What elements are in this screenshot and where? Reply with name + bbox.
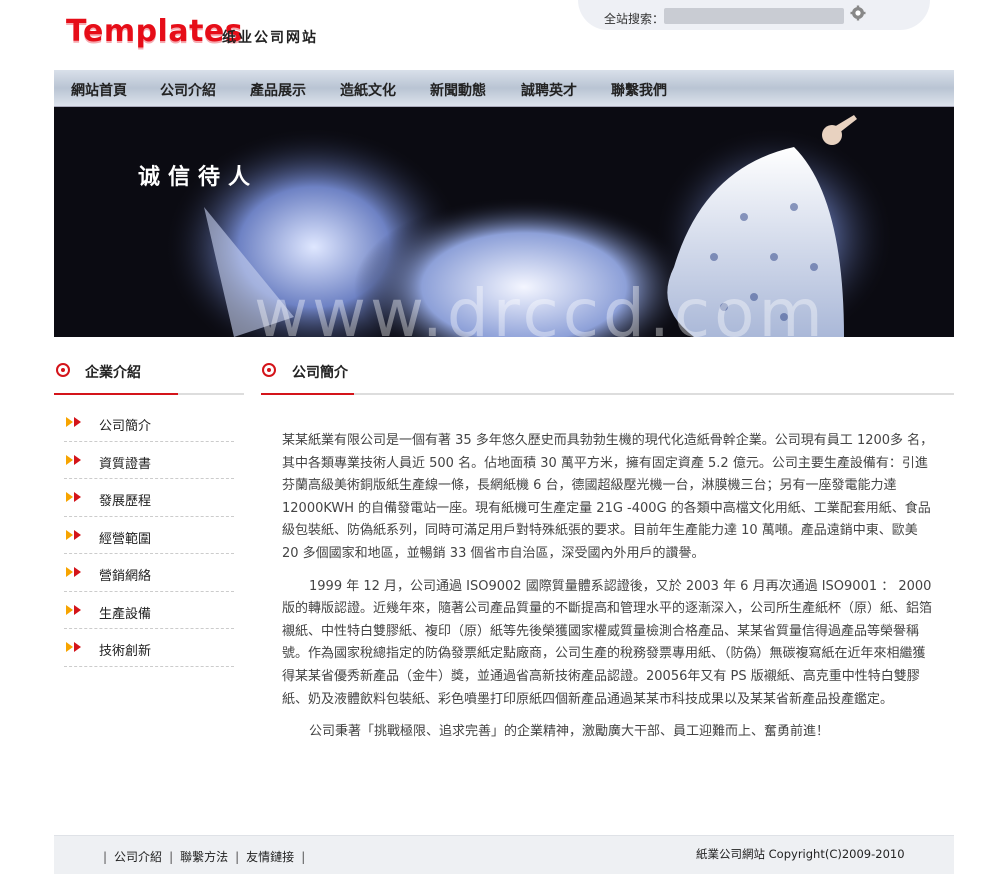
nav-item-products[interactable]: 產品展示 xyxy=(250,80,306,100)
bullet-circle-icon xyxy=(262,363,276,377)
content-paragraph: 1999 年 12 月，公司通過 ISO9002 國際質量體系認證後，又於 20… xyxy=(282,578,933,707)
footer-separator: | xyxy=(169,850,174,864)
search-input[interactable] xyxy=(664,8,844,24)
footer-link-about[interactable]: 公司介紹 xyxy=(114,850,162,864)
content-paragraph: 某某紙業有限公司是一個有著 35 多年悠久歷史而具勃勃生機的現代化造紙骨幹企業。… xyxy=(282,433,934,561)
sidebar-item-label: 公司簡介 xyxy=(99,419,152,434)
content-paragraph: 公司秉著「挑戰極限、追求完善」的企業精神，激勵廣大干部、員工迎難而上、奮勇前進！ xyxy=(309,724,830,740)
footer: | 公司介紹 | 聯繫方法 | 友情鏈接 | 紙業公司網站 Copyright(C)2009… xyxy=(54,835,954,874)
sidebar-item-label: 經營範圍 xyxy=(99,531,152,547)
sidebar-item-label: 資質證書 xyxy=(99,456,152,472)
sidebar-item-network[interactable]: 營銷網絡 xyxy=(64,554,234,592)
sidebar-title: 企業介紹 xyxy=(85,365,141,381)
sidebar-item-profile[interactable]: 公司簡介 xyxy=(64,404,234,442)
double-arrow-icon xyxy=(66,642,81,652)
sidebar-item-label: 技術創新 xyxy=(99,644,152,659)
sidebar-item-history[interactable]: 發展歷程 xyxy=(64,479,234,517)
search-label: 全站搜索： xyxy=(604,12,665,26)
double-arrow-icon xyxy=(66,529,81,540)
gear-icon[interactable] xyxy=(850,5,866,21)
footer-separator: | xyxy=(301,850,306,864)
sidebar-header: 企業介紹 xyxy=(54,355,244,395)
content-header-underline xyxy=(261,393,354,395)
copyright-text: 紙業公司網站 Copyright(C)2009-2010 xyxy=(696,847,905,861)
hero-banner: 诚信待人 www.drccd.com xyxy=(54,107,954,337)
site-subtitle: 纸业公司网站 xyxy=(222,30,318,46)
sidebar-item-label: 營銷網絡 xyxy=(99,569,152,584)
double-arrow-icon xyxy=(66,604,81,615)
nav-item-news[interactable]: 新聞動態 xyxy=(430,80,486,100)
nav-item-contact[interactable]: 聯繫我們 xyxy=(611,80,667,100)
double-arrow-icon xyxy=(66,567,81,577)
bullet-circle-icon xyxy=(56,363,70,377)
main-nav: 網站首頁 公司介紹 產品展示 造紙文化 新聞動態 誠聘英才 聯繫我們 xyxy=(54,70,954,107)
footer-link-contact[interactable]: 聯繫方法 xyxy=(180,850,228,864)
sidebar-item-equipment[interactable]: 生產設備 xyxy=(64,592,234,629)
content-header: 公司簡介 xyxy=(261,355,954,395)
site-logo[interactable]: Templates xyxy=(66,14,243,49)
double-arrow-icon xyxy=(66,454,81,465)
sidebar-menu: 公司簡介 資質證書 發展歷程 經營範圍 營銷網絡 生產設備 技術創新 xyxy=(64,404,234,667)
footer-link-friends[interactable]: 友情鏈接 xyxy=(246,850,294,864)
banner-watermark: www.drccd.com xyxy=(254,275,827,337)
footer-links: | 公司介紹 | 聯繫方法 | 友情鏈接 | xyxy=(96,848,312,865)
nav-item-careers[interactable]: 誠聘英才 xyxy=(521,80,577,100)
sidebar-item-label: 生產設備 xyxy=(99,606,152,622)
banner-slogan: 诚信待人 xyxy=(138,164,259,190)
sidebar-item-innovation[interactable]: 技術創新 xyxy=(64,629,234,667)
sidebar-item-scope[interactable]: 經營範圍 xyxy=(64,517,234,554)
double-arrow-icon xyxy=(66,492,81,502)
sidebar-item-certificates[interactable]: 資質證書 xyxy=(64,442,234,479)
footer-separator: | xyxy=(103,850,108,864)
sidebar-item-label: 發展歷程 xyxy=(99,494,152,509)
sidebar-header-underline xyxy=(54,393,178,395)
nav-item-about[interactable]: 公司介紹 xyxy=(160,80,216,100)
content-title: 公司簡介 xyxy=(292,365,348,381)
footer-separator: | xyxy=(235,850,240,864)
content-body: 某某紙業有限公司是一個有著 35 多年悠久歷史而具勃勃生機的現代化造紙骨幹企業。… xyxy=(282,430,934,754)
nav-item-home[interactable]: 網站首頁 xyxy=(71,80,127,100)
nav-item-culture[interactable]: 造紙文化 xyxy=(340,80,396,100)
double-arrow-icon xyxy=(66,417,81,427)
